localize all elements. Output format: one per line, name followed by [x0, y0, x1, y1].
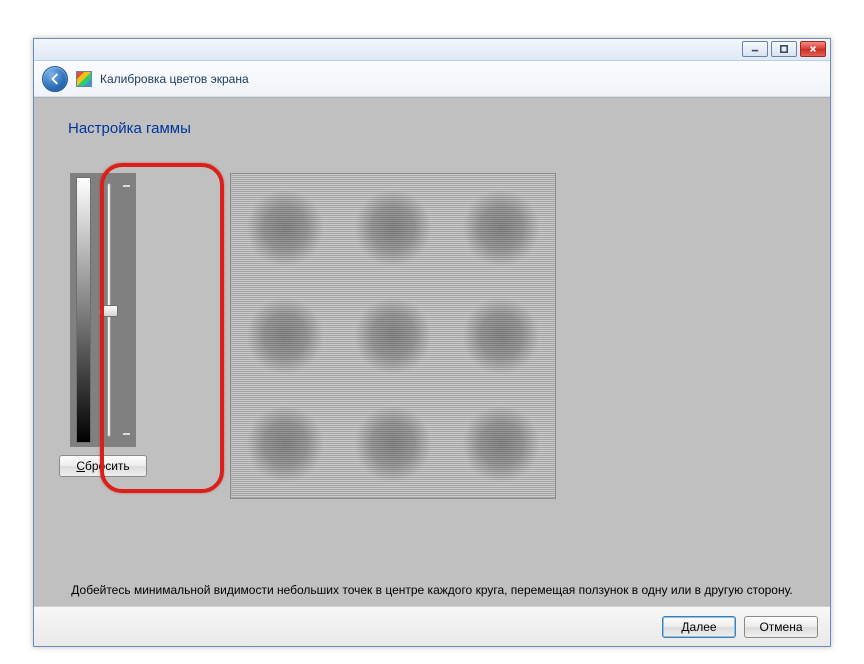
wizard-window: Калибровка цветов экрана Настройка гаммы… [33, 38, 831, 647]
gamma-dot [339, 282, 447, 390]
minus-icon [123, 433, 130, 435]
gamma-dot [339, 390, 447, 498]
gradient-reference-bar [76, 177, 91, 443]
minus-icon [123, 185, 130, 187]
gamma-dot [231, 390, 339, 498]
reset-button[interactable]: Сбросить [59, 455, 147, 477]
gamma-slider[interactable] [91, 177, 136, 443]
gamma-slider-box [70, 173, 136, 447]
app-icon [76, 71, 92, 87]
gamma-sample-grid [230, 173, 556, 499]
header-bar: Калибровка цветов экрана [34, 61, 830, 97]
close-button[interactable] [800, 41, 826, 57]
footer-bar: Далее Отмена [34, 606, 830, 646]
section-heading: Настройка гаммы [68, 120, 796, 137]
cancel-button[interactable]: Отмена [744, 616, 818, 638]
page-title: Калибровка цветов экрана [100, 72, 249, 86]
back-button[interactable] [42, 66, 68, 92]
gamma-dot [231, 282, 339, 390]
gamma-dot [447, 174, 555, 282]
maximize-button[interactable] [771, 41, 797, 57]
minimize-button[interactable] [742, 41, 768, 57]
titlebar [34, 39, 830, 61]
gamma-row: Сбросить [68, 173, 796, 499]
gamma-dot [339, 174, 447, 282]
next-button[interactable]: Далее [662, 616, 736, 638]
gamma-dot [447, 282, 555, 390]
gamma-slider-panel: Сбросить [68, 173, 138, 477]
gamma-dot [231, 174, 339, 282]
content-area: Настройка гаммы Сбросить [34, 97, 830, 606]
window-controls [742, 41, 826, 57]
instruction-text: Добейтесь минимальной видимости небольши… [34, 582, 830, 598]
gamma-dot [447, 390, 555, 498]
slider-thumb[interactable] [103, 305, 118, 317]
